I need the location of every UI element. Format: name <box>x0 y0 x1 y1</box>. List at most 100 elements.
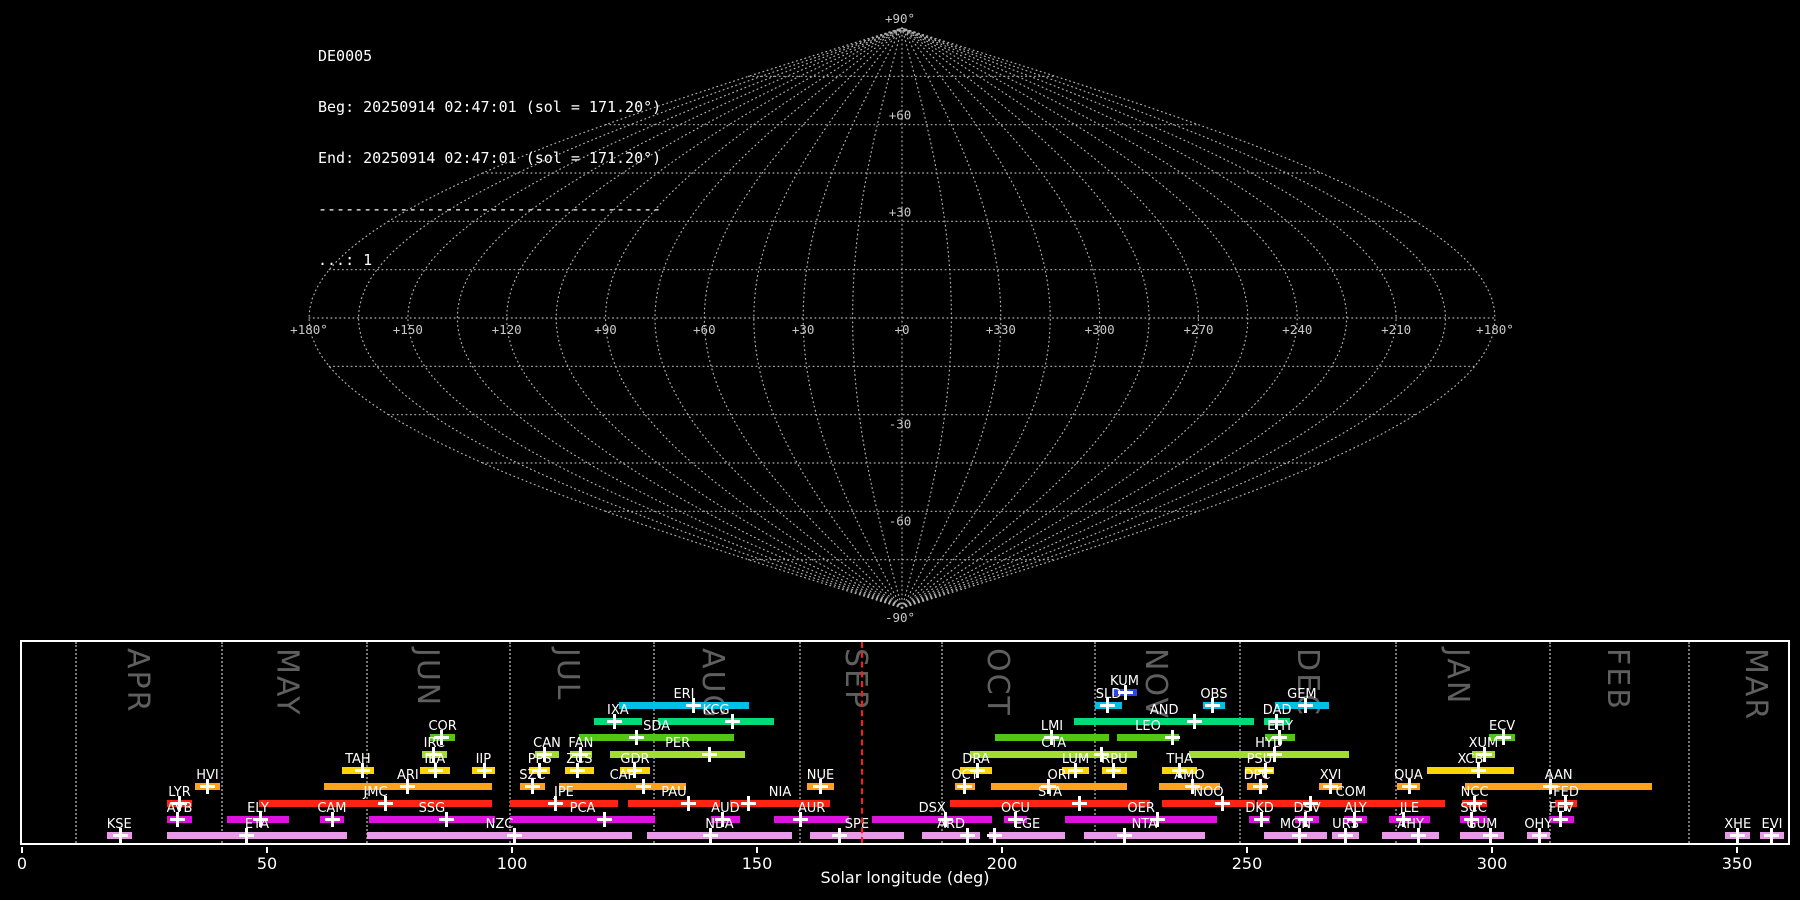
shower-label: DRA <box>962 752 990 767</box>
month-boundary-line <box>1688 642 1690 843</box>
latitude-label: -60 <box>889 513 912 528</box>
shower-label: JPE <box>553 785 574 800</box>
shower-label: PSU <box>1246 752 1273 767</box>
longitude-label: +90 <box>594 322 617 337</box>
shower-label: OHY <box>1524 817 1553 832</box>
shower-label: SZC <box>519 768 546 783</box>
longitude-label: +30 <box>792 322 815 337</box>
shower-label: THA <box>1166 752 1193 767</box>
shower-bar <box>510 815 656 823</box>
shower-label: NUE <box>806 768 835 783</box>
peak-marker <box>986 827 1002 843</box>
shower-label: FED <box>1553 785 1579 800</box>
latitude-label: +60 <box>889 108 912 123</box>
shower-label: PER <box>665 736 691 751</box>
shower-bar <box>950 799 1150 807</box>
month-boundary-line <box>509 642 512 843</box>
shower-bar <box>368 815 495 823</box>
peak-marker <box>1072 795 1088 811</box>
shower-label: IXA <box>607 703 629 718</box>
month-label: FEB <box>1599 648 1635 711</box>
longitude-label: +120 <box>492 322 522 337</box>
shower-label: OCU <box>1001 801 1030 816</box>
end-time: End: 20250914 02:47:01 (sol = 171.20°) <box>318 149 662 167</box>
shower-label: OBS <box>1200 687 1228 702</box>
shower-label: OER <box>1127 801 1155 816</box>
longitude-label: +180° <box>290 322 328 337</box>
longitude-label: +150 <box>393 322 423 337</box>
shower-label: HVI <box>196 768 219 783</box>
shower-label: NDA <box>705 817 734 832</box>
shower-label: SPE <box>844 817 870 832</box>
shower-label: DKD <box>1245 801 1274 816</box>
longitude-label: +180° <box>1476 322 1514 337</box>
peak-marker <box>1186 713 1202 729</box>
month-boundary-line <box>365 642 368 843</box>
shower-label: ERI <box>673 687 695 702</box>
shower-bar <box>809 831 904 839</box>
peak-marker <box>740 795 756 811</box>
latitude-label: -30 <box>889 417 912 432</box>
shower-bar <box>1074 717 1255 725</box>
month-label: OCT <box>980 648 1016 717</box>
shower-label: SCC <box>1460 801 1487 816</box>
month-boundary-line <box>220 642 223 843</box>
shower-label: GEM <box>1287 687 1317 702</box>
meridian-line <box>901 27 1051 609</box>
shower-label: URS <box>1332 817 1359 832</box>
shower-label: AUD <box>711 801 740 816</box>
shower-label: XHE <box>1724 817 1752 832</box>
shower-label: NOO <box>1193 785 1224 800</box>
shower-label: STA <box>1037 785 1063 800</box>
shower-label: AUR <box>797 801 826 816</box>
shower-label: MON <box>1279 817 1312 832</box>
meteor-shower-activity-app: { "header": { "line1": "DE0005", "line2"… <box>0 0 1800 900</box>
month-label: SEP <box>838 648 873 711</box>
shower-label: XVI <box>1319 768 1342 783</box>
shower-timeline-chart: APR MAY JUN JUL AUG SEP OCT NOV DEC JAN FEB MAR KUM E… <box>17 640 1790 873</box>
shower-label: PCA <box>569 801 596 816</box>
month-label: JAN <box>1440 648 1476 706</box>
shower-label: IIP <box>475 752 492 767</box>
shower-label: DSX <box>918 801 946 816</box>
peak-marker <box>636 778 652 794</box>
shower-label: KSE <box>106 817 132 832</box>
peak-marker <box>702 746 718 762</box>
x-axis-tick <box>511 847 513 853</box>
month-label: JUN <box>410 648 446 708</box>
latitude-label: +90° <box>885 11 915 26</box>
shower-label: RPU <box>1101 752 1128 767</box>
shower-label: AND <box>1149 703 1179 718</box>
shower-label: DSV <box>1293 801 1321 816</box>
month-boundary-line <box>653 642 656 843</box>
month-label: MAY <box>269 648 305 717</box>
shower-label: QUA <box>1394 768 1423 783</box>
x-axis-tick <box>1491 847 1493 853</box>
longitude-label: +270 <box>1183 322 1213 337</box>
shower-label: JMC <box>363 785 388 800</box>
shower-label: NZC <box>485 817 514 832</box>
shower-label: LUM <box>1061 752 1090 767</box>
header-info-block: DE0005 Beg: 20250914 02:47:01 (sol = 171… <box>318 14 661 286</box>
shower-label: TAH <box>345 752 371 767</box>
shower-label: AMO <box>1174 768 1205 783</box>
peak-marker <box>1164 729 1180 745</box>
shower-label: IEA <box>424 752 446 767</box>
current-sol-line <box>860 642 863 843</box>
shower-label: KCG <box>702 703 730 718</box>
x-axis-tick <box>1001 847 1003 853</box>
longitude-label: +330 <box>986 322 1016 337</box>
separator-line: -------------------------------------- <box>318 200 662 218</box>
shower-label: EHY <box>1267 719 1294 734</box>
shower-bar <box>872 815 993 823</box>
shower-label: CAM <box>317 801 347 816</box>
shower-bar <box>628 799 720 807</box>
shower-label: FEV <box>1549 801 1574 816</box>
shower-label: PAU <box>661 785 687 800</box>
longitude-label: +210 <box>1381 322 1411 337</box>
shower-label: IRC <box>423 736 445 751</box>
month-boundary-line <box>1239 642 1242 843</box>
month-boundary-line <box>74 642 77 843</box>
shower-label: LMI <box>1040 719 1064 734</box>
shower-label: ETA <box>244 817 269 832</box>
